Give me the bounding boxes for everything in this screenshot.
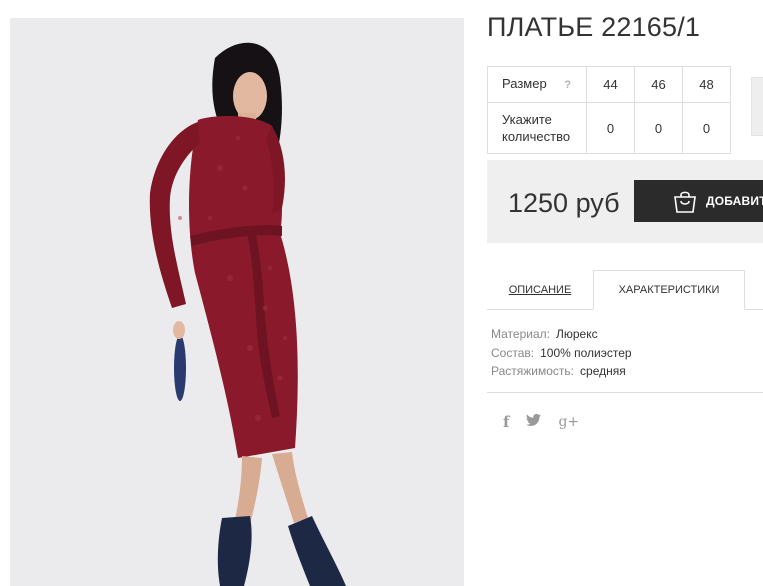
spec-composition: Состав: 100% полиэстер (491, 344, 632, 363)
size-quantity-table: Размер ? 44 46 48 Укажите количество 0 0… (487, 66, 731, 154)
quantity-input-46[interactable]: 0 (634, 102, 683, 154)
divider (487, 392, 763, 393)
spec-value: Люрекс (555, 327, 598, 341)
size-label-cell: Размер ? (487, 66, 587, 103)
add-to-cart-label: ДОБАВИТЬ (706, 194, 763, 208)
product-tabs: ОПИСАНИЕ ХАРАКТЕРИСТИКИ (487, 270, 763, 310)
spec-key: Материал: (491, 327, 550, 341)
size-row: Размер ? 44 46 48 (487, 66, 731, 103)
social-share: f g+ (503, 413, 579, 431)
tab-description[interactable]: ОПИСАНИЕ (487, 270, 593, 310)
size-46: 46 (634, 66, 683, 103)
spec-value: средняя (580, 364, 626, 378)
google-plus-icon[interactable]: g+ (558, 414, 579, 430)
twitter-bird-shape (526, 413, 542, 427)
purchase-panel: 1250 руб ДОБАВИТЬ (487, 160, 763, 243)
add-to-cart-button[interactable]: ДОБАВИТЬ (634, 180, 763, 222)
spec-key: Растяжимость: (491, 364, 575, 378)
size-48: 48 (682, 66, 731, 103)
product-title: ПЛАТЬЕ 22165/1 (487, 12, 701, 42)
twitter-icon[interactable] (526, 413, 542, 430)
size-chart-button[interactable] (751, 77, 763, 136)
quantity-input-48[interactable]: 0 (682, 102, 731, 154)
spec-key: Состав: (491, 345, 535, 360)
quantity-row: Укажите количество 0 0 0 (487, 102, 731, 154)
characteristics-list: Материал: Люрекс Состав: 100% полиэстер Ра… (491, 325, 632, 381)
shopping-bag-icon (674, 191, 696, 213)
size-label: Размер (502, 76, 547, 91)
spec-value: 100% полиэстер (540, 345, 632, 360)
help-icon[interactable]: ? (564, 79, 571, 91)
price: 1250 руб (508, 188, 620, 218)
spec-stretch: Растяжимость: средняя (491, 362, 632, 381)
quantity-label: Укажите количество (487, 102, 587, 154)
facebook-icon[interactable]: f (503, 413, 509, 431)
product-photo[interactable] (10, 18, 464, 586)
spec-material: Материал: Люрекс (491, 325, 632, 344)
size-44: 44 (586, 66, 635, 103)
tab-characteristics[interactable]: ХАРАКТЕРИСТИКИ (593, 270, 745, 310)
quantity-input-44[interactable]: 0 (586, 102, 635, 154)
